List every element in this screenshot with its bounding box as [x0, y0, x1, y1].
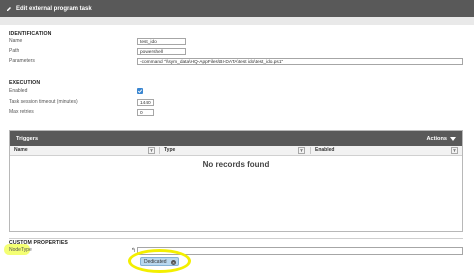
name-input[interactable]: test_ido	[137, 38, 186, 45]
enabled-checkbox[interactable]	[137, 88, 143, 94]
nodetype-tag[interactable]: Dedicated ×	[140, 257, 179, 266]
timeout-label: Task session timeout (minutes)	[9, 99, 78, 105]
chevron-down-icon	[450, 136, 456, 141]
toolbar-band	[0, 17, 474, 25]
enabled-label: Enabled	[9, 88, 28, 94]
identification-heading: IDENTIFICATION	[9, 31, 52, 37]
parameters-input[interactable]: -command "\\sym_data\HQ-AppFiles\BI-DATA…	[137, 58, 463, 65]
filter-icon[interactable]	[148, 147, 155, 154]
execution-heading: EXECUTION	[9, 80, 41, 86]
retries-label: Max retries	[9, 109, 34, 115]
parameters-label: Parameters	[9, 58, 35, 64]
name-label: Name	[9, 38, 23, 44]
triggers-title: Triggers	[16, 135, 39, 142]
retries-input[interactable]: 0	[137, 109, 154, 116]
filter-icon[interactable]	[298, 147, 305, 154]
section-divider	[9, 238, 463, 239]
edit-icon	[6, 6, 12, 12]
path-label: Path	[9, 48, 20, 54]
timeout-input[interactable]: 1440	[137, 99, 154, 106]
tag-label: Dedicated	[144, 258, 167, 265]
triggers-header: Triggers Actions	[10, 131, 462, 146]
column-divider[interactable]	[159, 147, 160, 154]
filter-icon[interactable]	[451, 147, 458, 154]
empty-state-message: No records found	[202, 160, 270, 169]
path-input[interactable]: powershell	[137, 48, 186, 55]
column-enabled[interactable]: Enabled	[315, 146, 334, 155]
triggers-panel: Triggers Actions Name Type Enabled No re…	[9, 130, 463, 232]
close-icon[interactable]: ×	[171, 259, 176, 265]
column-type[interactable]: Type	[164, 146, 175, 155]
actions-label: Actions	[426, 135, 447, 142]
column-divider[interactable]	[310, 147, 311, 154]
triggers-column-header: Name Type Enabled	[10, 146, 462, 156]
column-name[interactable]: Name	[14, 146, 28, 155]
dialog-title: Edit external program task	[16, 5, 92, 12]
nodetype-label: NodeType	[9, 247, 32, 253]
dialog-titlebar: Edit external program task	[0, 0, 474, 17]
actions-menu-button[interactable]: Actions	[426, 136, 456, 142]
